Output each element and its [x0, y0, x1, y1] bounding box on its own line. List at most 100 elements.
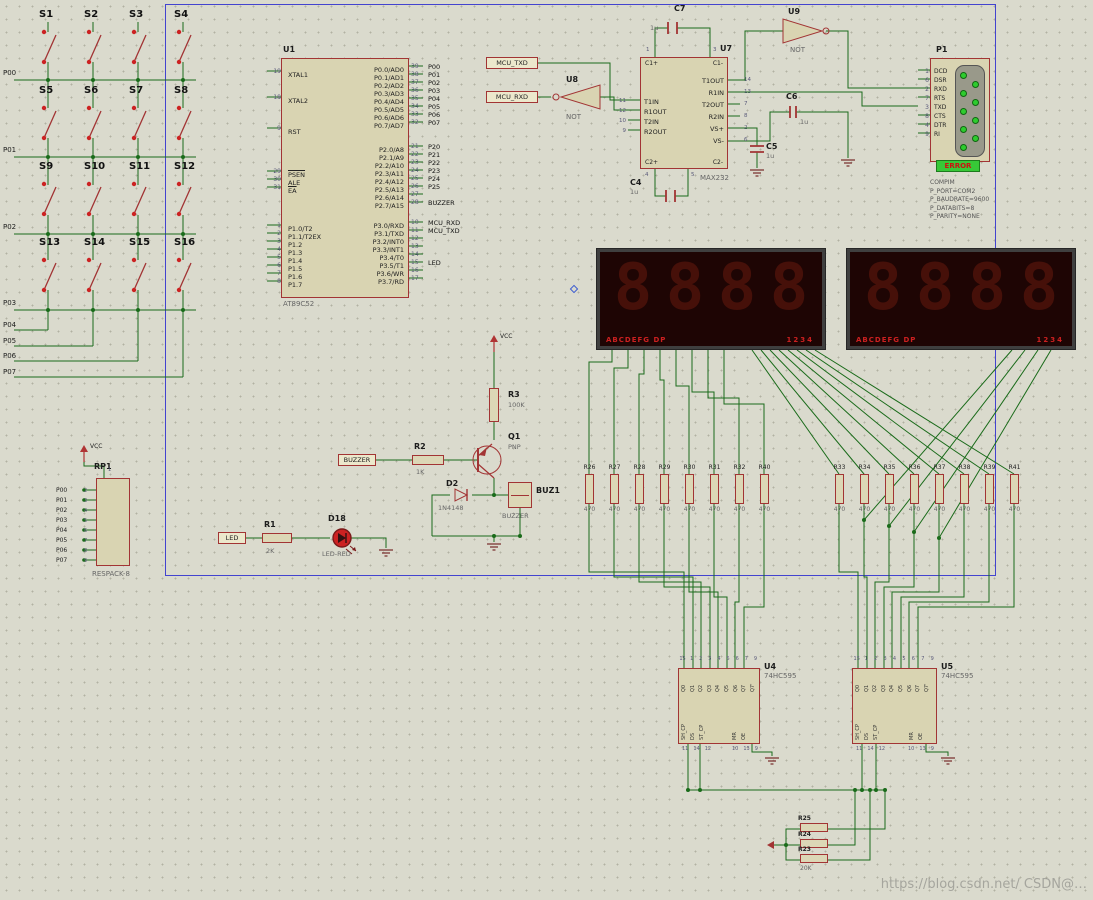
resistor-ref: R37 — [933, 464, 946, 471]
compim-serial-port[interactable]: 1 DCD 6 DSR 2 RXD 7 RTS 3 TXD 8 CTS 4 DTR 9 RI — [925, 58, 990, 162]
resistor[interactable]: R41 470 — [1002, 464, 1027, 513]
resistor-ref: R35 — [883, 464, 896, 471]
resistor[interactable]: R34 470 — [852, 464, 877, 513]
resistor[interactable]: R39 470 — [977, 464, 1002, 513]
resistor[interactable]: R40 470 — [752, 464, 777, 513]
keypad-switch[interactable]: S15 — [116, 234, 161, 310]
property-line: P_DATABITS=8 — [930, 204, 975, 212]
seven-seg-digit: 8 — [967, 251, 1007, 325]
resistor-r3[interactable] — [489, 388, 499, 422]
keypad-switch[interactable]: S11 — [116, 158, 161, 234]
mcu-at89c52[interactable]: 19 XTAL1 18 XTAL2 9 RST 29 PSEN 30 ALE 31 EA 1 P1.0… — [273, 58, 460, 298]
segment-pin-labels: ABCDEFG DP — [606, 336, 667, 344]
net-label: P05 — [428, 103, 441, 111]
d2-part: 1N4148 — [438, 504, 464, 512]
pin-name: P2.7/A15 — [374, 202, 404, 210]
pin-number: 7 — [84, 538, 88, 544]
terminal-led[interactable]: LED — [218, 532, 246, 544]
keypad-switch[interactable]: S16 — [161, 234, 206, 310]
u4-right-labels: MR OE — [732, 714, 747, 740]
keypad-switch[interactable]: S4 — [161, 6, 206, 82]
keypad-switch[interactable]: S10 — [71, 158, 116, 234]
buzzer-buz1[interactable] — [508, 482, 532, 508]
resistor[interactable]: R30 470 — [677, 464, 702, 513]
net-label: P24 — [428, 175, 441, 183]
resistor[interactable]: R29 470 — [652, 464, 677, 513]
pin-name: VS- — [713, 137, 724, 145]
keypad-switch[interactable]: S1 — [26, 6, 71, 82]
buz1-part: BUZZER — [502, 512, 529, 520]
c5-value: 1u — [766, 152, 775, 160]
resistor-body-icon — [660, 474, 669, 504]
pin-name: DS — [864, 732, 870, 740]
pin-number: 37 — [411, 79, 419, 86]
switch-ref-label: S11 — [129, 161, 151, 172]
pin-number: 1 — [108, 467, 112, 473]
resistor-body-icon — [610, 474, 619, 504]
pin-number: 13 — [919, 746, 926, 752]
rp1-part: RESPACK-8 — [92, 570, 130, 578]
net-label: P21 — [428, 151, 441, 159]
keypad-switch[interactable]: S8 — [161, 82, 206, 158]
pin-row: 4 DTR — [925, 121, 954, 130]
resistor-r2[interactable] — [412, 455, 444, 465]
max232-chip[interactable]: C1+ C1- C2+ C2- T1IN R1OUT T2IN R2OUT T1OUT… — [640, 57, 728, 169]
pin-name: SH_CP — [681, 724, 687, 740]
pin-name: Q2 — [872, 684, 879, 692]
keypad-switch[interactable]: S9 — [26, 158, 71, 234]
pin-row: P0.5/AD5 34 P05 — [285, 103, 440, 114]
pin-name: DS — [690, 732, 696, 740]
resistor[interactable]: R27 470 — [602, 464, 627, 513]
seven-seg-display-1[interactable]: 8888 ABCDEFG DP 1234 — [596, 248, 826, 350]
terminal-mcu-txd[interactable]: MCU_TXD — [486, 57, 538, 69]
resistor-value: 470 — [658, 506, 671, 513]
keypad-switch[interactable]: S12 — [161, 158, 206, 234]
keypad-switch[interactable]: S5 — [26, 82, 71, 158]
resistor[interactable]: R35 470 — [877, 464, 902, 513]
shift-register-u5[interactable]: Q0 Q1 Q2 Q3 Q4 Q5 Q6 Q7 Q7' SH_CP DS ST_CP MR OE — [852, 668, 937, 744]
u1-ref: U1 — [283, 45, 296, 54]
pin-row: 7 RTS — [925, 94, 954, 103]
seven-seg-display-2[interactable]: 8888 ABCDEFG DP 1234 — [846, 248, 1076, 350]
keypad-switch[interactable]: S7 — [116, 82, 161, 158]
buzzer-symbol-line — [511, 495, 529, 496]
resistor-value: 470 — [683, 506, 696, 513]
terminal-buzzer[interactable]: BUZZER — [338, 454, 376, 466]
resistor[interactable]: R31 470 — [702, 464, 727, 513]
resistor[interactable]: R28 470 — [627, 464, 652, 513]
u7-right-pin-numbers: 14 13 7 8 2 6 — [744, 74, 751, 146]
shift-register-u4[interactable]: Q0 Q1 Q2 Q3 Q4 Q5 Q6 Q7 Q7' SH_CP DS ST_CP MR OE — [678, 668, 760, 744]
resistor[interactable]: R37 470 — [927, 464, 952, 513]
pin-name: MR — [909, 732, 915, 740]
r2-value: 1K — [416, 468, 425, 476]
resistor[interactable]: R36 470 — [902, 464, 927, 513]
switch-icon — [176, 257, 192, 293]
terminal-mcu-rxd[interactable]: MCU_RXD — [486, 91, 538, 103]
resistor-body-icon — [760, 474, 769, 504]
resistor[interactable]: R33 470 — [827, 464, 852, 513]
resistor-value: 470 — [958, 506, 971, 513]
respack-rp1[interactable] — [96, 478, 130, 566]
c5-ref: C5 — [766, 142, 778, 151]
pin-number: 6 — [84, 528, 88, 534]
resistor[interactable]: R38 470 — [952, 464, 977, 513]
digit-row: 8888 — [850, 252, 1072, 327]
resistor-value: 470 — [758, 506, 771, 513]
resistor[interactable]: R32 470 — [727, 464, 752, 513]
u8-part: NOT — [566, 113, 582, 121]
pin-row: P00 2 — [56, 486, 87, 496]
resistor-ref: R36 — [908, 464, 921, 471]
resistor-r1[interactable] — [262, 533, 292, 543]
keypad-switch[interactable]: S3 — [116, 6, 161, 82]
keypad-switch[interactable]: S6 — [71, 82, 116, 158]
r3-ref: R3 — [508, 390, 520, 399]
keypad-switch[interactable]: S14 — [71, 234, 116, 310]
keypad-switch[interactable]: S2 — [71, 6, 116, 82]
u5-part: 74HC595 — [941, 672, 974, 680]
u9-part: NOT — [790, 46, 806, 54]
pin-number: 11 — [619, 98, 626, 104]
pin-number: 12 — [619, 108, 626, 114]
switch-icon — [131, 29, 147, 65]
keypad-switch[interactable]: S13 — [26, 234, 71, 310]
resistor[interactable]: R26 470 — [577, 464, 602, 513]
